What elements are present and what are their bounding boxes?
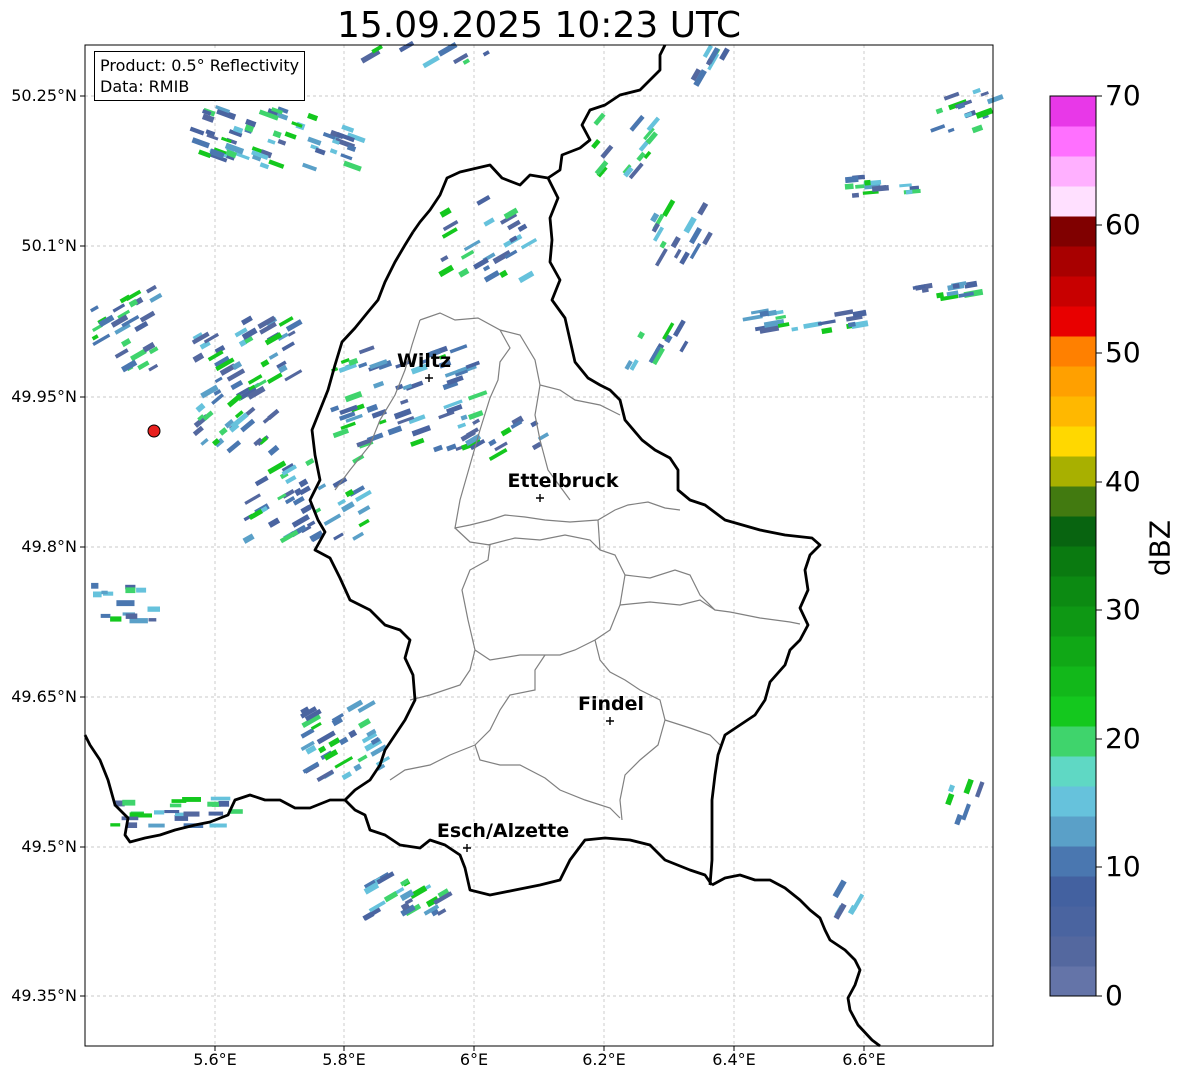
- colorbar-tick-label: 30: [1105, 593, 1141, 626]
- radar-echo: [91, 582, 99, 589]
- colorbar-step: [1050, 426, 1096, 457]
- product-text: Product: 0.5° Reflectivity: [100, 56, 300, 75]
- lon-label: 5.8°E: [322, 1050, 366, 1069]
- lat-label: 49.8°N: [21, 537, 77, 556]
- radar-echo: [855, 184, 865, 189]
- radar-echo: [183, 811, 200, 817]
- lat-label: 49.35°N: [11, 986, 77, 1005]
- radar-echo: [136, 587, 147, 593]
- radar-echo: [121, 816, 139, 821]
- colorbar-step: [1050, 126, 1096, 157]
- radar-echo: [125, 587, 136, 594]
- colorbar-step: [1050, 486, 1096, 517]
- lat-label: 50.25°N: [11, 86, 77, 105]
- city-label-esch-alzette: Esch/Alzette: [436, 820, 570, 842]
- product-info-box: Product: 0.5° Reflectivity Data: RMIB: [94, 51, 306, 101]
- colorbar-ticks: [1096, 95, 1102, 997]
- radar-echo: [154, 810, 165, 815]
- colorbar-step: [1050, 336, 1096, 367]
- colorbar-tick-label: 50: [1105, 336, 1141, 369]
- lon-label: 6.2°E: [582, 1050, 626, 1069]
- radar-echo: [147, 606, 160, 612]
- radar-echo: [148, 823, 165, 828]
- colorbar-step: [1050, 276, 1096, 307]
- radar-echo: [110, 616, 122, 622]
- radar-echo: [101, 590, 108, 595]
- colorbar-step: [1050, 696, 1096, 727]
- colorbar-step: [1050, 516, 1096, 547]
- radar-echo: [127, 822, 138, 828]
- radar-echo: [100, 613, 111, 618]
- colorbar-step: [1050, 396, 1096, 427]
- radar-echo: [148, 618, 157, 622]
- colorbar-step: [1050, 216, 1096, 247]
- colorbar-step: [1050, 906, 1096, 937]
- colorbar-tick-label: 40: [1105, 465, 1141, 498]
- colorbar-step: [1050, 876, 1096, 907]
- colorbar-step: [1050, 666, 1096, 697]
- lat-label: 50.1°N: [21, 236, 77, 255]
- colorbar-unit-label: dBZ: [1143, 519, 1177, 577]
- colorbar-step: [1050, 96, 1096, 127]
- colorbar-step: [1050, 636, 1096, 667]
- radar-echo: [209, 823, 227, 828]
- radar-echo: [864, 179, 871, 186]
- colorbar-step: [1050, 726, 1096, 757]
- radar-echo: [171, 799, 187, 803]
- colorbar-tick-label: 70: [1105, 79, 1141, 112]
- lon-label: 5.6°E: [193, 1050, 237, 1069]
- radar-echo: [93, 591, 102, 598]
- colorbar-step: [1050, 186, 1096, 217]
- colorbar-step: [1050, 966, 1096, 997]
- radar-echo: [844, 183, 854, 190]
- radar-echo: [211, 802, 219, 807]
- radar-map: [80, 40, 1102, 1051]
- lat-label: 49.65°N: [11, 687, 77, 706]
- city-label-findel: Findel: [577, 693, 645, 715]
- city-label-ettelbruck: Ettelbruck: [507, 470, 619, 492]
- radar-site-marker: [147, 424, 161, 438]
- colorbar-step: [1050, 306, 1096, 337]
- colorbar-tick-label: 10: [1105, 850, 1141, 883]
- colorbar-tick-label: 20: [1105, 722, 1141, 755]
- lon-label: 6.4°E: [712, 1050, 756, 1069]
- lon-label: 6°E: [459, 1050, 489, 1069]
- radar-echo: [116, 600, 135, 607]
- colorbar-step: [1050, 576, 1096, 607]
- radar-echo: [122, 799, 136, 806]
- radar-echo: [164, 810, 180, 814]
- colorbar-tick-label: 60: [1105, 208, 1141, 241]
- lon-label: 6.6°E: [842, 1050, 886, 1069]
- radar-echo: [210, 796, 231, 801]
- radar-echo: [218, 800, 230, 807]
- lat-label: 49.95°N: [11, 387, 77, 406]
- colorbar-step: [1050, 816, 1096, 847]
- radar-echo: [169, 803, 182, 808]
- radar-echo: [845, 176, 859, 184]
- lat-label: 49.5°N: [21, 837, 77, 856]
- colorbar-step: [1050, 156, 1096, 187]
- colorbar-step: [1050, 606, 1096, 637]
- colorbar-step: [1050, 846, 1096, 877]
- colorbar-step: [1050, 936, 1096, 967]
- colorbar-tick-label: 0: [1105, 979, 1123, 1012]
- colorbar-step: [1050, 456, 1096, 487]
- colorbar-step: [1050, 366, 1096, 397]
- colorbar: [1050, 96, 1096, 997]
- radar-echo: [110, 823, 121, 827]
- radar-echo: [125, 613, 138, 619]
- colorbar-step: [1050, 786, 1096, 817]
- colorbar-step: [1050, 246, 1096, 277]
- colorbar-step: [1050, 756, 1096, 787]
- colorbar-step: [1050, 546, 1096, 577]
- radar-echo: [129, 812, 144, 817]
- radar-echo: [208, 811, 224, 816]
- city-label-wiltz: Wiltz: [396, 350, 452, 372]
- radar-echo: [905, 189, 913, 195]
- data-source-text: Data: RMIB: [100, 77, 190, 96]
- radar-echo: [851, 192, 860, 198]
